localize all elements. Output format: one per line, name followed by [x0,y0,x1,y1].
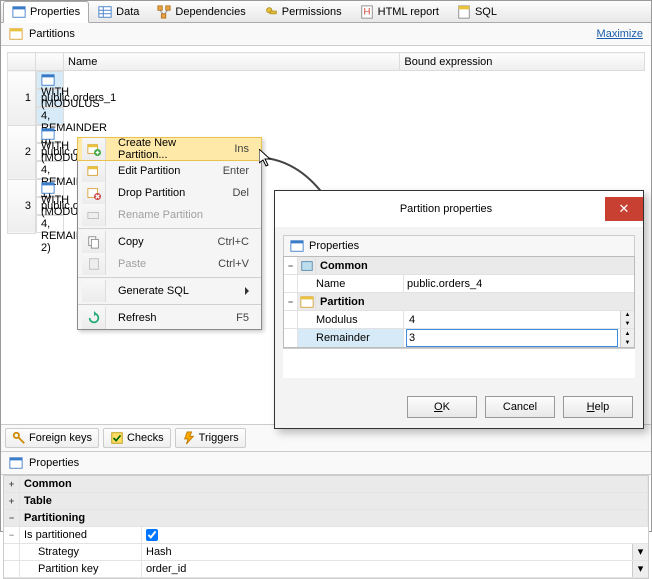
add-icon [86,141,102,157]
menu-paste: PasteCtrl+V [78,253,261,275]
menu-rename-partition: Rename Partition [78,204,261,226]
table-icon [41,181,55,195]
partitions-icon [9,27,23,41]
html-icon: H [360,5,374,19]
submenu-arrow-icon [245,287,249,295]
strategy-dropdown[interactable]: ▾ [632,544,648,560]
help-button[interactable]: Help [563,396,633,418]
dialog-title-text: Partition properties [400,203,492,215]
dialog-description-area [283,348,635,378]
spin-up[interactable]: ▲ [621,311,634,320]
properties-grid: − Common Name public.orders_4 − Partitio… [283,256,635,348]
tab-checks[interactable]: Checks [103,428,171,448]
spin-down[interactable]: ▼ [621,338,634,347]
edit-icon [86,163,102,179]
dependencies-icon [157,5,171,19]
close-button[interactable]: ✕ [605,197,643,221]
properties-icon [12,5,26,19]
tab-sql[interactable]: SQL [448,1,506,22]
properties-panel-header: Properties [283,235,635,256]
trigger-icon [182,431,196,445]
svg-text:H: H [363,7,370,18]
cancel-button[interactable]: Cancel [485,396,555,418]
context-menu: Create New Partition...Ins Edit Partitio… [77,137,262,330]
is-partitioned-checkbox[interactable] [146,529,158,541]
table-icon [41,127,55,141]
table-row[interactable]: 1 public.orders_1 WITH (MODULUS 4, REMAI… [8,71,645,126]
prop-modulus[interactable]: Modulus ▲▼ [284,311,634,329]
tab-properties-label: Properties [30,6,80,18]
prop-remainder[interactable]: Remainder ▲▼ [284,329,634,347]
maximize-link[interactable]: Maximize [597,28,643,40]
delete-icon [86,185,102,201]
tab-triggers[interactable]: Triggers [175,428,246,448]
check-icon [110,431,124,445]
tab-html-report[interactable]: H HTML report [351,1,448,22]
prop-name[interactable]: Name public.orders_4 [284,275,634,293]
group-partition[interactable]: − Partition [284,293,634,311]
menu-refresh[interactable]: RefreshF5 [78,307,261,329]
col-name[interactable]: Name [64,53,400,71]
menu-generate-sql[interactable]: Generate SQL [78,280,261,302]
group-partitioning[interactable]: − Partitioning [4,510,648,527]
dialog-titlebar[interactable]: Partition properties ✕ [275,191,643,227]
prop-is-partitioned[interactable]: − Is partitioned [4,527,648,544]
partition-properties-dialog: Partition properties ✕ Properties − Comm… [274,190,644,429]
section-title-text: Partitions [29,28,75,40]
section-header: Partitions Maximize [1,23,651,46]
paste-icon [86,256,102,272]
tab-permissions[interactable]: Permissions [255,1,351,22]
partition-key-dropdown[interactable]: ▾ [632,561,648,577]
menu-copy[interactable]: CopyCtrl+C [78,231,261,253]
prop-strategy[interactable]: Strategy Hash ▾ [4,544,648,561]
table-icon [41,73,55,87]
menu-create-partition[interactable]: Create New Partition...Ins [78,138,261,160]
rename-icon [86,207,102,223]
lower-properties-grid: + Common + Table − Partitioning − Is par… [3,475,649,579]
top-tabs: Properties Data Dependencies Permissions… [1,1,651,23]
spin-down[interactable]: ▼ [621,320,634,329]
spin-up[interactable]: ▲ [621,329,634,338]
refresh-icon [86,310,102,326]
group-table[interactable]: + Table [4,493,648,510]
key-icon [12,431,26,445]
lower-properties-header: Properties [1,452,651,475]
sql-icon [457,5,471,19]
menu-edit-partition[interactable]: Edit PartitionEnter [78,160,261,182]
menu-drop-partition[interactable]: Drop PartitionDel [78,182,261,204]
group-common[interactable]: + Common [4,476,648,493]
table-icon [98,5,112,19]
remainder-input[interactable] [407,330,617,346]
properties-icon [290,239,304,253]
tab-data[interactable]: Data [89,1,148,22]
group-common[interactable]: − Common [284,257,634,275]
tab-foreign-keys[interactable]: Foreign keys [5,428,99,448]
properties-icon [9,456,23,470]
tab-properties[interactable]: Properties [3,1,89,23]
prop-partition-key[interactable]: Partition key order_id ▾ [4,561,648,578]
cursor-icon [259,149,275,169]
modulus-input[interactable] [407,312,617,327]
ok-button[interactable]: OK [407,396,477,418]
tab-dependencies[interactable]: Dependencies [148,1,254,22]
col-bound[interactable]: Bound expression [400,53,645,71]
copy-icon [86,234,102,250]
permissions-icon [264,5,278,19]
